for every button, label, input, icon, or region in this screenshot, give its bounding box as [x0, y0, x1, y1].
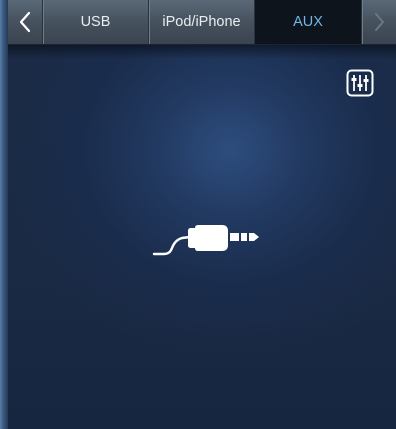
tab-label-usb: USB: [80, 14, 111, 30]
tab-usb[interactable]: USB: [43, 0, 148, 44]
tab-aux[interactable]: AUX: [255, 0, 361, 44]
equalizer-sliders-icon: [346, 69, 374, 97]
left-edge-strip: [0, 0, 8, 429]
sound-settings-button[interactable]: [346, 69, 374, 97]
chevron-right-icon: [375, 13, 384, 31]
aux-screen: USB iPod/iPhone AUX: [0, 0, 396, 429]
source-tab-bar: USB iPod/iPhone AUX: [8, 0, 396, 45]
tab-ipod-iphone[interactable]: iPod/iPhone: [149, 0, 254, 44]
tab-label-aux: AUX: [293, 14, 323, 30]
tab-label-ipod-iphone: iPod/iPhone: [162, 14, 241, 30]
back-button[interactable]: [8, 0, 42, 44]
chevron-left-icon: [19, 11, 31, 33]
forward-button[interactable]: [362, 0, 396, 44]
tab-bar-shadow: [8, 45, 396, 59]
aux-cable-icon: [152, 225, 259, 256]
